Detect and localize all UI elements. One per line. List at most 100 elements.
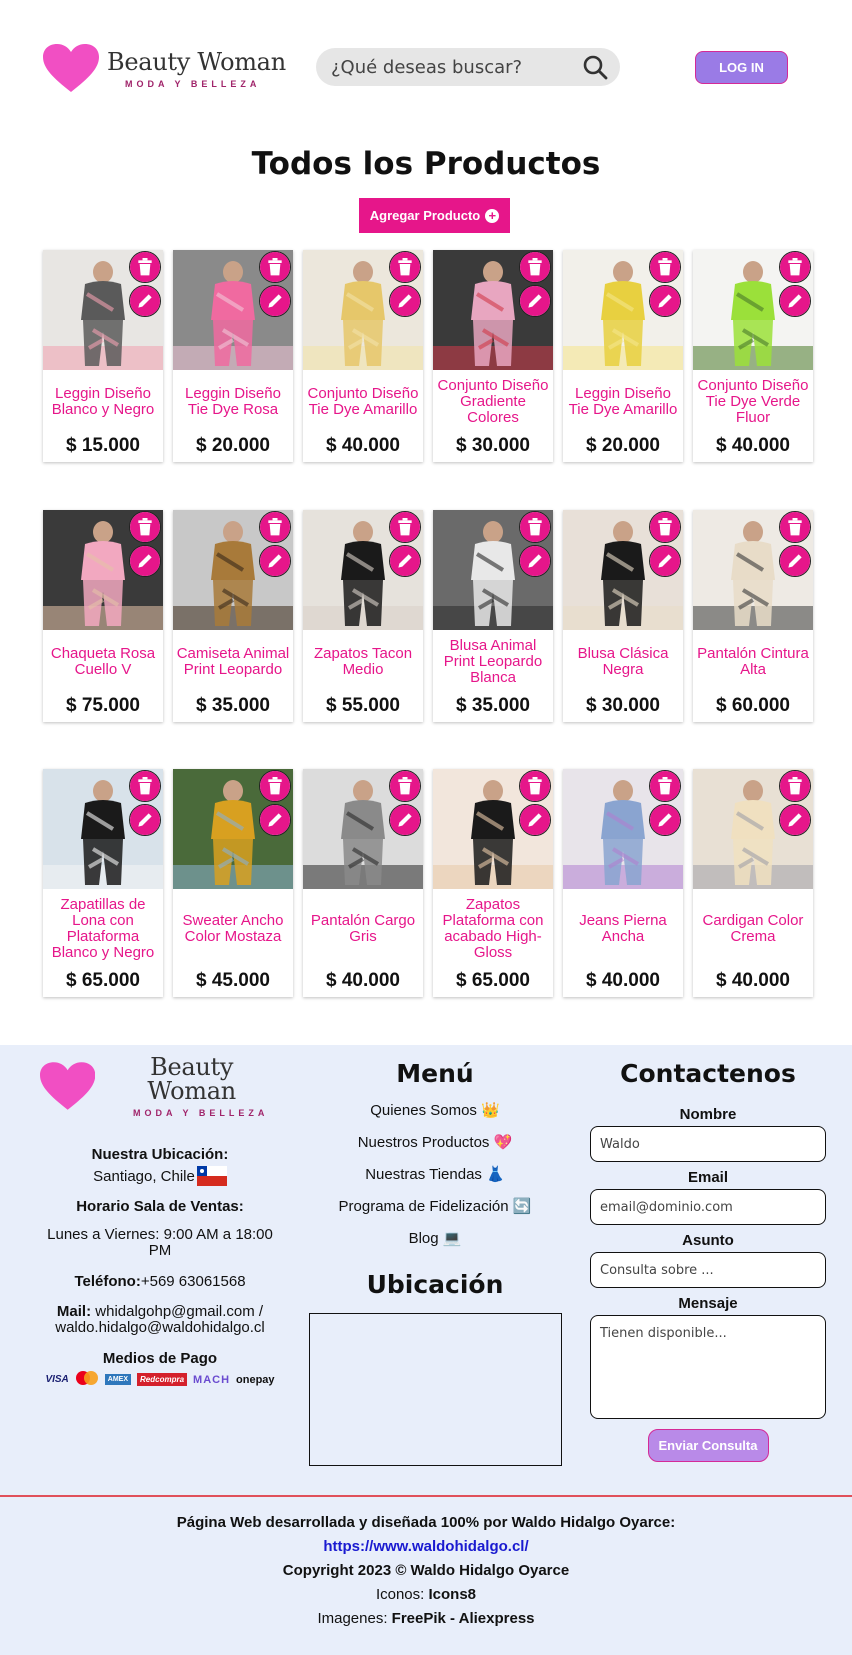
- send-button[interactable]: Enviar Consulta: [647, 1429, 769, 1462]
- product-name[interactable]: Pantalón Cargo Gris: [303, 889, 423, 969]
- product-card[interactable]: Conjunto Diseño Tie Dye Verde Fluor $ 40.…: [693, 250, 813, 462]
- product-name[interactable]: Zapatillas de Lona con Plataforma Blanco…: [43, 889, 163, 969]
- author-link[interactable]: https://www.waldohidalgo.cl/: [323, 1538, 528, 1555]
- search-input[interactable]: [331, 56, 581, 78]
- product-image[interactable]: [173, 250, 293, 370]
- product-image[interactable]: [433, 510, 553, 630]
- product-image[interactable]: [433, 250, 553, 370]
- product-image[interactable]: [693, 250, 813, 370]
- product-name[interactable]: Chaqueta Rosa Cuello V: [43, 630, 163, 694]
- product-image[interactable]: [563, 510, 683, 630]
- email-field[interactable]: email@dominio.com: [590, 1189, 826, 1225]
- product-name[interactable]: Leggin Diseño Tie Dye Amarillo: [563, 370, 683, 434]
- edit-button[interactable]: [259, 285, 291, 317]
- icons-value[interactable]: Icons8: [429, 1586, 477, 1603]
- edit-button[interactable]: [519, 545, 551, 577]
- map-frame[interactable]: [308, 1313, 562, 1466]
- footer-menu-item[interactable]: Blog 💻: [300, 1229, 570, 1248]
- product-card[interactable]: Blusa Clásica Negra $ 30.000: [563, 510, 683, 722]
- pencil-icon: [780, 805, 810, 835]
- product-price: $ 15.000: [66, 435, 140, 456]
- product-price: $ 20.000: [196, 435, 270, 456]
- footer-menu-item[interactable]: Quienes Somos 👑: [300, 1101, 570, 1120]
- edit-button[interactable]: [129, 804, 161, 836]
- product-card[interactable]: Pantalón Cintura Alta $ 60.000: [693, 510, 813, 722]
- hours-value: Lunes a Viernes: 9:00 AM a 18:00 PM: [47, 1226, 273, 1259]
- footer-menu-item[interactable]: Nuestros Productos 💖: [300, 1133, 570, 1152]
- product-card[interactable]: Conjunto Diseño Tie Dye Amarillo $ 40.000: [303, 250, 423, 462]
- edit-button[interactable]: [519, 804, 551, 836]
- product-card[interactable]: Pantalón Cargo Gris $ 40.000: [303, 769, 423, 997]
- product-name[interactable]: Jeans Pierna Ancha: [563, 889, 683, 969]
- product-image[interactable]: [303, 510, 423, 630]
- search-icon[interactable]: [582, 54, 608, 80]
- product-card[interactable]: Leggin Diseño Blanco y Negro $ 15.000: [43, 250, 163, 462]
- product-image[interactable]: [173, 769, 293, 889]
- product-name[interactable]: Conjunto Diseño Tie Dye Verde Fluor: [693, 370, 813, 434]
- product-card[interactable]: Zapatillas de Lona con Plataforma Blanco…: [43, 769, 163, 997]
- product-name[interactable]: Leggin Diseño Blanco y Negro: [43, 370, 163, 434]
- product-image[interactable]: [43, 510, 163, 630]
- login-button[interactable]: LOG IN: [695, 51, 788, 84]
- product-card[interactable]: Leggin Diseño Tie Dye Rosa $ 20.000: [173, 250, 293, 462]
- product-price: $ 45.000: [196, 970, 270, 991]
- product-card[interactable]: Zapatos Plataforma con acabado High-Glos…: [433, 769, 553, 997]
- product-name[interactable]: Conjunto Diseño Gradiente Colores: [433, 370, 553, 434]
- edit-button[interactable]: [779, 804, 811, 836]
- edit-button[interactable]: [389, 285, 421, 317]
- product-card[interactable]: Conjunto Diseño Gradiente Colores $ 30.00…: [433, 250, 553, 462]
- edit-button[interactable]: [389, 804, 421, 836]
- visa-logo: VISA: [45, 1374, 69, 1385]
- message-field[interactable]: Tienen disponible...: [590, 1315, 826, 1419]
- product-image[interactable]: [433, 769, 553, 889]
- edit-button[interactable]: [259, 545, 291, 577]
- edit-button[interactable]: [129, 285, 161, 317]
- footer-brand-logo[interactable]: Beauty Woman MODA Y BELLEZA: [40, 1055, 280, 1118]
- footer-menu-item[interactable]: Programa de Fidelización 🔄: [300, 1197, 570, 1216]
- edit-button[interactable]: [649, 545, 681, 577]
- product-name[interactable]: Leggin Diseño Tie Dye Rosa: [173, 370, 293, 434]
- product-image[interactable]: [303, 250, 423, 370]
- edit-button[interactable]: [129, 545, 161, 577]
- footer-menu-item[interactable]: Nuestras Tiendas 👗: [300, 1165, 570, 1184]
- product-card[interactable]: Sweater Ancho Color Mostaza $ 45.000: [173, 769, 293, 997]
- edit-button[interactable]: [779, 285, 811, 317]
- product-name[interactable]: Pantalón Cintura Alta: [693, 630, 813, 694]
- product-image[interactable]: [563, 769, 683, 889]
- product-card[interactable]: Blusa Animal Print Leopardo Blanca $ 35.0…: [433, 510, 553, 722]
- product-name[interactable]: Cardigan Color Crema: [693, 889, 813, 969]
- name-field[interactable]: Waldo: [590, 1126, 826, 1162]
- product-name[interactable]: Zapatos Tacon Medio: [303, 630, 423, 694]
- product-name[interactable]: Blusa Animal Print Leopardo Blanca: [433, 630, 553, 694]
- brand-logo[interactable]: Beauty Woman MODA Y BELLEZA: [43, 44, 286, 94]
- edit-button[interactable]: [519, 285, 551, 317]
- product-name[interactable]: Camiseta Animal Print Leopardo: [173, 630, 293, 694]
- product-image[interactable]: [43, 250, 163, 370]
- product-name[interactable]: Conjunto Diseño Tie Dye Amarillo: [303, 370, 423, 434]
- product-card[interactable]: Zapatos Tacon Medio $ 55.000: [303, 510, 423, 722]
- product-image[interactable]: [43, 769, 163, 889]
- product-name[interactable]: Sweater Ancho Color Mostaza: [173, 889, 293, 969]
- product-card[interactable]: Leggin Diseño Tie Dye Amarillo $ 20.000: [563, 250, 683, 462]
- edit-button[interactable]: [389, 545, 421, 577]
- pencil-icon: [390, 805, 420, 835]
- product-name[interactable]: Zapatos Plataforma con acabado High-Glos…: [433, 889, 553, 969]
- product-image[interactable]: [303, 769, 423, 889]
- product-image[interactable]: [693, 769, 813, 889]
- heart-logo-icon: [40, 1061, 96, 1110]
- product-card[interactable]: Chaqueta Rosa Cuello V $ 75.000: [43, 510, 163, 722]
- edit-button[interactable]: [259, 804, 291, 836]
- edit-button[interactable]: [649, 804, 681, 836]
- product-card[interactable]: Jeans Pierna Ancha $ 40.000: [563, 769, 683, 997]
- product-image[interactable]: [693, 510, 813, 630]
- product-image[interactable]: [173, 510, 293, 630]
- edit-button[interactable]: [649, 285, 681, 317]
- product-image[interactable]: [563, 250, 683, 370]
- images-value[interactable]: FreePik - Aliexpress: [392, 1610, 535, 1627]
- add-product-button[interactable]: Agregar Producto +: [359, 198, 510, 233]
- product-card[interactable]: Cardigan Color Crema $ 40.000: [693, 769, 813, 997]
- product-name[interactable]: Blusa Clásica Negra: [563, 630, 683, 694]
- product-card[interactable]: Camiseta Animal Print Leopardo $ 35.000: [173, 510, 293, 722]
- edit-button[interactable]: [779, 545, 811, 577]
- subject-field[interactable]: Consulta sobre ...: [590, 1252, 826, 1288]
